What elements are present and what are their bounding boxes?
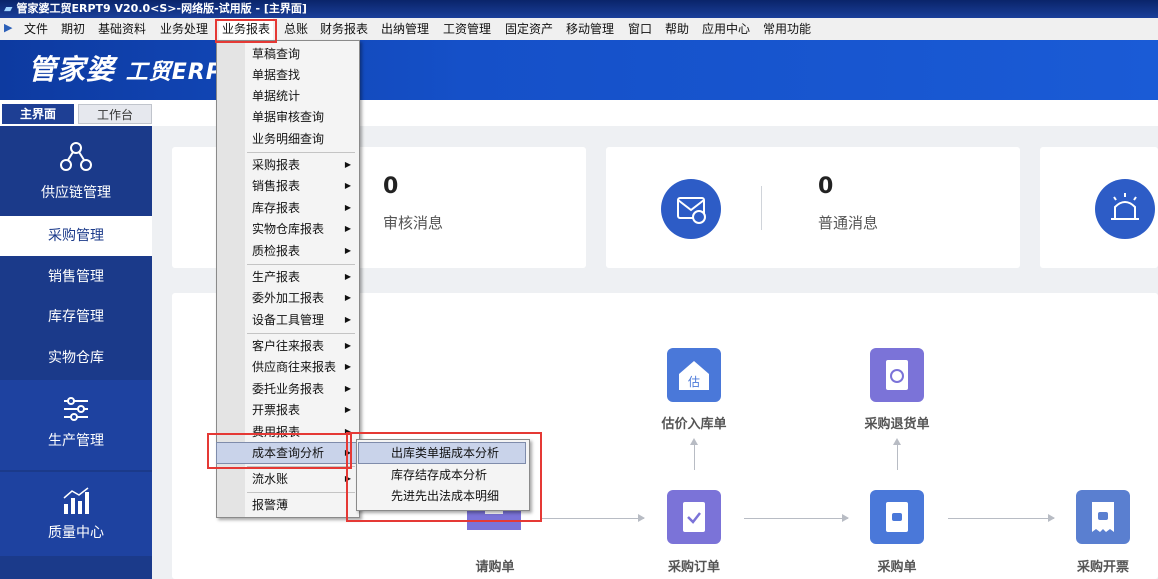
flow-arrow-up: [690, 438, 698, 470]
brand-logo: 管家婆 工贸ERP: [28, 53, 223, 86]
sidebar-label: 供应链管理: [41, 185, 111, 201]
menu-item-draft-query[interactable]: 草稿查询: [217, 44, 357, 64]
menu-item-journal[interactable]: 流水账 ▶: [217, 469, 357, 489]
flow-label-purchase-invoice[interactable]: 采购开票: [1058, 556, 1148, 575]
menu-item-equipment-management[interactable]: 设备工具管理 ▶: [217, 310, 357, 330]
menu-file[interactable]: 文件: [24, 18, 48, 40]
submenu-arrow-icon: ▶: [344, 224, 351, 233]
sidebar-item-production[interactable]: 生产管理: [0, 380, 152, 470]
menu-item-document-audit-query[interactable]: 单据审核查询: [217, 107, 357, 127]
system-menu-icon[interactable]: ▶: [4, 21, 18, 35]
sidebar-item-purchase[interactable]: 采购管理: [0, 216, 152, 256]
menu-payroll[interactable]: 工资管理: [443, 18, 491, 40]
tab-strip: [0, 100, 1158, 126]
menu-item-inventory-reports[interactable]: 库存报表 ▶: [217, 198, 357, 218]
flow-arrow-up: [893, 438, 901, 470]
menu-opening[interactable]: 期初: [61, 18, 85, 40]
menu-separator: [247, 333, 355, 334]
flow-label-requisition[interactable]: 请购单: [450, 556, 540, 575]
menu-item-document-stats[interactable]: 单据统计: [217, 86, 357, 106]
menu-item-invoice-reports[interactable]: 开票报表 ▶: [217, 400, 357, 420]
menu-item-alert-book[interactable]: 报警薄: [217, 495, 357, 515]
menu-ledger[interactable]: 总账: [284, 18, 308, 40]
menu-item-supplier-reports[interactable]: 供应商往来报表 ▶: [217, 357, 357, 377]
menu-basic-data[interactable]: 基础资料: [98, 18, 146, 40]
submenu-arrow-icon: ▶: [344, 315, 351, 324]
flow-label-purchase[interactable]: 采购单: [852, 556, 942, 575]
submenu-arrow-icon: ▶: [344, 362, 351, 371]
submenu-arrow-icon: ▶: [344, 272, 351, 281]
flow-label-purchase-order[interactable]: 采购订单: [649, 556, 739, 575]
svg-text:估: 估: [688, 375, 700, 389]
menu-separator: [247, 152, 355, 153]
network-icon: [60, 142, 92, 171]
highlight-box: [207, 433, 352, 469]
menu-bar: ▶ 文件 期初 基础资料 业务处理 业务报表 总账 财务报表 出纳管理 工资管理…: [0, 18, 1158, 41]
submenu-arrow-icon: ▶: [344, 160, 351, 169]
submenu-arrow-icon: ▶: [344, 181, 351, 190]
menu-mobile[interactable]: 移动管理: [566, 18, 614, 40]
sidebar-label: 生产管理: [48, 433, 104, 449]
invoice-receipt-icon[interactable]: [1076, 490, 1130, 544]
menu-finance-reports[interactable]: 财务报表: [320, 18, 368, 40]
highlight-box: [346, 432, 542, 522]
menu-window[interactable]: 窗口: [628, 18, 652, 40]
flow-arrow-right: [744, 514, 849, 522]
flow-arrow-right: [948, 514, 1055, 522]
message-label: 普通消息: [818, 214, 879, 232]
menu-item-business-detail-query[interactable]: 业务明细查询: [217, 129, 357, 149]
sidebar-item-warehouse[interactable]: 实物仓库: [0, 338, 152, 378]
purchase-doc-icon[interactable]: [870, 490, 924, 544]
submenu-arrow-icon: ▶: [344, 293, 351, 302]
review-label: 审核消息: [383, 214, 444, 232]
return-clipboard-icon[interactable]: [870, 348, 924, 402]
app-icon: ▰: [4, 2, 13, 15]
menu-item-quality-reports[interactable]: 质检报表 ▶: [217, 241, 357, 261]
menu-common-functions[interactable]: 常用功能: [763, 18, 811, 40]
sidebar-item-quality[interactable]: 质量中心: [0, 472, 152, 556]
menu-separator: [247, 264, 355, 265]
sidebar-item-supply-chain[interactable]: 供应链管理: [0, 136, 152, 214]
menu-fixed-assets[interactable]: 固定资产: [505, 18, 553, 40]
flow-label-purchase-return[interactable]: 采购退货单: [852, 413, 942, 432]
menu-item-customer-reports[interactable]: 客户往来报表 ▶: [217, 336, 357, 356]
menu-item-sales-reports[interactable]: 销售报表 ▶: [217, 176, 357, 196]
sidebar-label: 质量中心: [48, 525, 104, 541]
menu-help[interactable]: 帮助: [665, 18, 689, 40]
submenu-arrow-icon: ▶: [344, 341, 351, 350]
window-title: 管家婆工贸ERPT9 V20.0<S>-网络版-试用版 - [主界面]: [16, 2, 307, 15]
menu-item-production-reports[interactable]: 生产报表 ▶: [217, 267, 357, 287]
menu-item-outsourcing-reports[interactable]: 委外加工报表 ▶: [217, 288, 357, 308]
submenu-arrow-icon: ▶: [344, 246, 351, 255]
estimate-house-icon[interactable]: 估: [667, 348, 721, 402]
flow-arrow-right: [540, 514, 645, 522]
menu-item-purchase-reports[interactable]: 采购报表 ▶: [217, 155, 357, 175]
highlight-box: [215, 19, 277, 43]
review-count: 0: [383, 174, 399, 199]
tab-main[interactable]: 主界面: [2, 104, 74, 124]
sidebar-item-sales[interactable]: 销售管理: [0, 258, 152, 296]
announcement-icon: [1095, 179, 1155, 239]
message-count: 0: [818, 174, 834, 199]
flow-label-estimate-inbound[interactable]: 估价入库单: [649, 413, 739, 432]
order-check-icon[interactable]: [667, 490, 721, 544]
submenu-arrow-icon: ▶: [344, 384, 351, 393]
mail-check-icon: [661, 179, 721, 239]
menu-cashier[interactable]: 出纳管理: [381, 18, 429, 40]
bar-chart-icon: [63, 487, 89, 514]
settings-sliders-icon: [64, 397, 88, 421]
divider: [761, 186, 762, 230]
menu-item-document-find[interactable]: 单据查找: [217, 65, 357, 85]
menu-separator: [247, 492, 355, 493]
menu-app-center[interactable]: 应用中心: [702, 18, 750, 40]
submenu-arrow-icon: ▶: [344, 203, 351, 212]
submenu-arrow-icon: ▶: [344, 405, 351, 414]
menu-item-consignment-reports[interactable]: 委托业务报表 ▶: [217, 379, 357, 399]
title-bar: ▰ 管家婆工贸ERPT9 V20.0<S>-网络版-试用版 - [主界面]: [0, 0, 1158, 18]
tab-workbench[interactable]: 工作台: [78, 104, 152, 124]
sidebar-item-inventory[interactable]: 库存管理: [0, 298, 152, 336]
menu-item-warehouse-reports[interactable]: 实物仓库报表 ▶: [217, 219, 357, 239]
menu-business[interactable]: 业务处理: [160, 18, 208, 40]
